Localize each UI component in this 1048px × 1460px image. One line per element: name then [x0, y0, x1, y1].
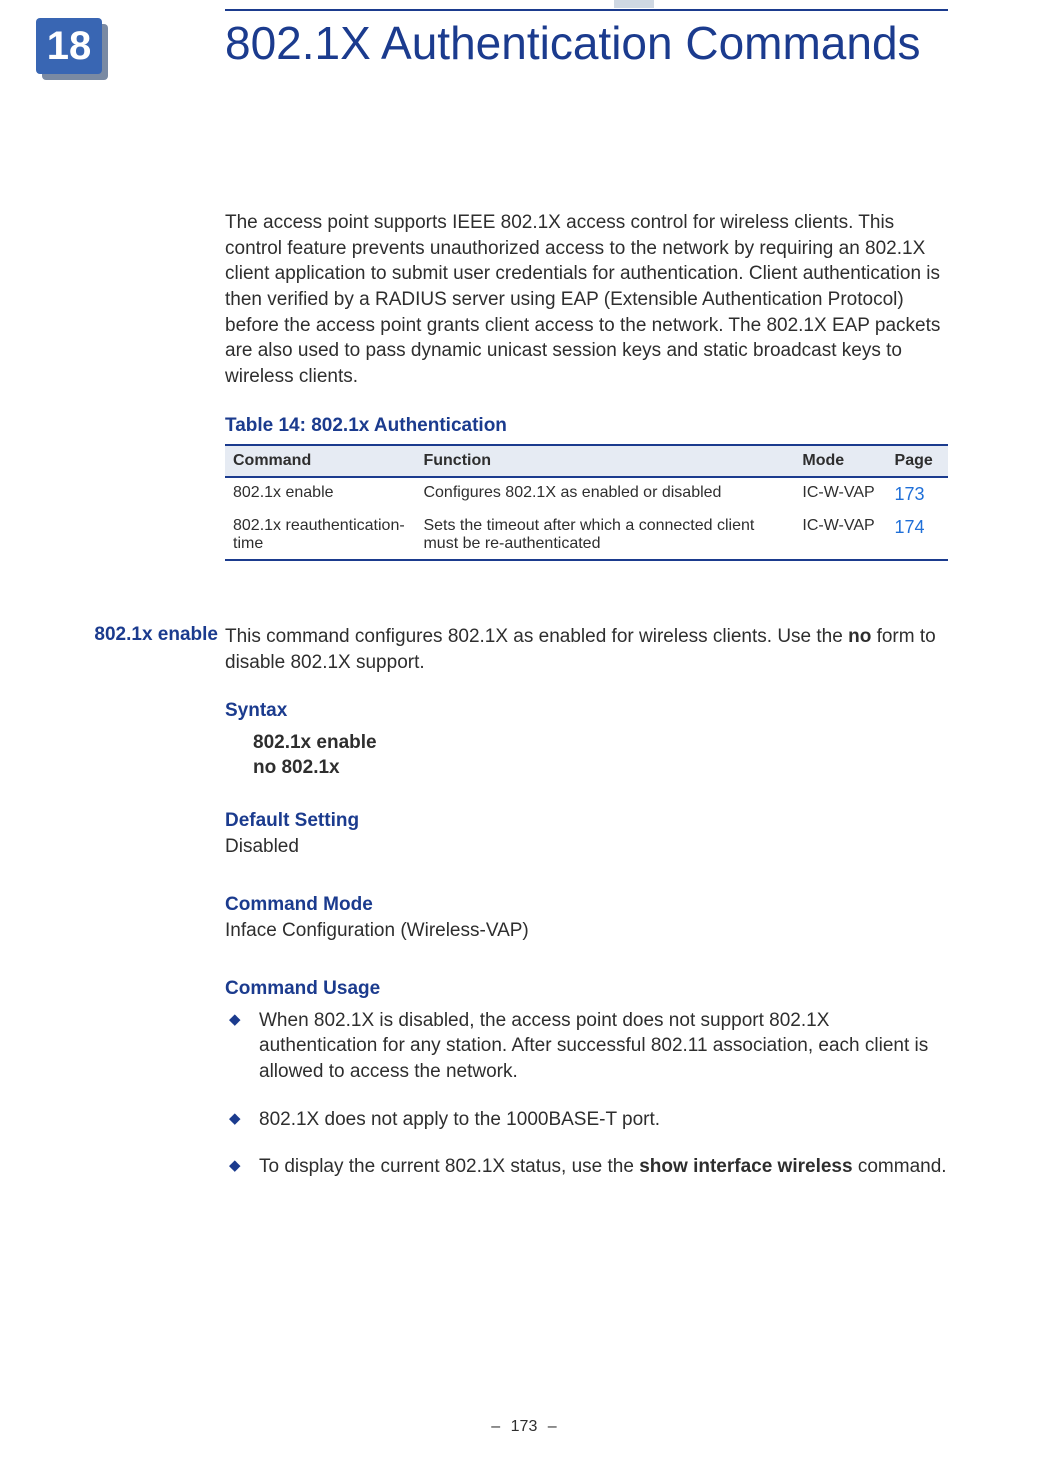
list-item: To display the current 802.1X status, us… — [225, 1154, 948, 1180]
usage-pre: 802.1X does not apply to the 1000BASE-T … — [259, 1109, 660, 1130]
mode-section: Command Mode Inface Configuration (Wirel… — [225, 892, 948, 943]
cell-function: Configures 802.1X as enabled or disabled — [415, 477, 794, 511]
desc-pre: This command configures 802.1X as enable… — [225, 626, 848, 647]
usage-bold: show interface wireless — [639, 1156, 852, 1177]
footer-dash: – — [485, 1418, 506, 1435]
table-row: 802.1x enable Configures 802.1X as enabl… — [225, 477, 948, 511]
table-header-row: Command Function Mode Page — [225, 445, 948, 477]
usage-section: Command Usage When 802.1X is disabled, t… — [225, 976, 948, 1202]
page-title: 802.1X Authentication Commands — [225, 18, 948, 69]
chapter-number: 18 — [36, 18, 102, 74]
page-link[interactable]: 173 — [895, 484, 925, 504]
mode-label: Command Mode — [225, 892, 948, 918]
top-decoration — [614, 0, 654, 8]
command-description: This command configures 802.1X as enable… — [225, 624, 948, 675]
usage-pre: To display the current 802.1X status, us… — [259, 1156, 639, 1177]
page-footer: – 173 – — [0, 1418, 1048, 1436]
default-value: Disabled — [225, 834, 948, 860]
command-table: Command Function Mode Page 802.1x enable… — [225, 444, 948, 561]
list-item: When 802.1X is disabled, the access poin… — [225, 1008, 948, 1085]
cell-command: 802.1x reauthentication-time — [225, 511, 415, 560]
default-section: Default Setting Disabled — [225, 808, 948, 859]
list-item: 802.1X does not apply to the 1000BASE-T … — [225, 1107, 948, 1133]
table-row: 802.1x reauthentication-time Sets the ti… — [225, 511, 948, 560]
usage-pre: When 802.1X is disabled, the access poin… — [259, 1010, 928, 1082]
desc-bold: no — [848, 626, 871, 647]
usage-post: command. — [853, 1156, 947, 1177]
th-function: Function — [415, 445, 794, 477]
chapter-badge: 18 — [36, 18, 108, 80]
intro-paragraph: The access point supports IEEE 802.1X ac… — [225, 210, 948, 389]
usage-list: When 802.1X is disabled, the access poin… — [225, 1008, 948, 1180]
footer-dash: – — [542, 1418, 563, 1435]
header-rule — [225, 9, 948, 11]
syntax-section: Syntax 802.1x enable no 802.1x — [225, 698, 948, 781]
mode-value: Inface Configuration (Wireless-VAP) — [225, 918, 948, 944]
default-label: Default Setting — [225, 808, 948, 834]
footer-page-number: 173 — [511, 1418, 538, 1435]
cell-function: Sets the timeout after which a connected… — [415, 511, 794, 560]
th-page: Page — [887, 445, 948, 477]
cell-command: 802.1x enable — [225, 477, 415, 511]
syntax-line: 802.1x enable — [253, 730, 948, 756]
th-mode: Mode — [794, 445, 886, 477]
syntax-line: no 802.1x — [253, 755, 948, 781]
syntax-label: Syntax — [225, 698, 948, 724]
table-caption: Table 14: 802.1x Authentication — [225, 415, 507, 437]
cell-mode: IC-W-VAP — [794, 477, 886, 511]
usage-label: Command Usage — [225, 976, 948, 1002]
cell-mode: IC-W-VAP — [794, 511, 886, 560]
th-command: Command — [225, 445, 415, 477]
side-heading-command: 802.1x enable — [58, 624, 218, 646]
page-link[interactable]: 174 — [895, 517, 925, 537]
